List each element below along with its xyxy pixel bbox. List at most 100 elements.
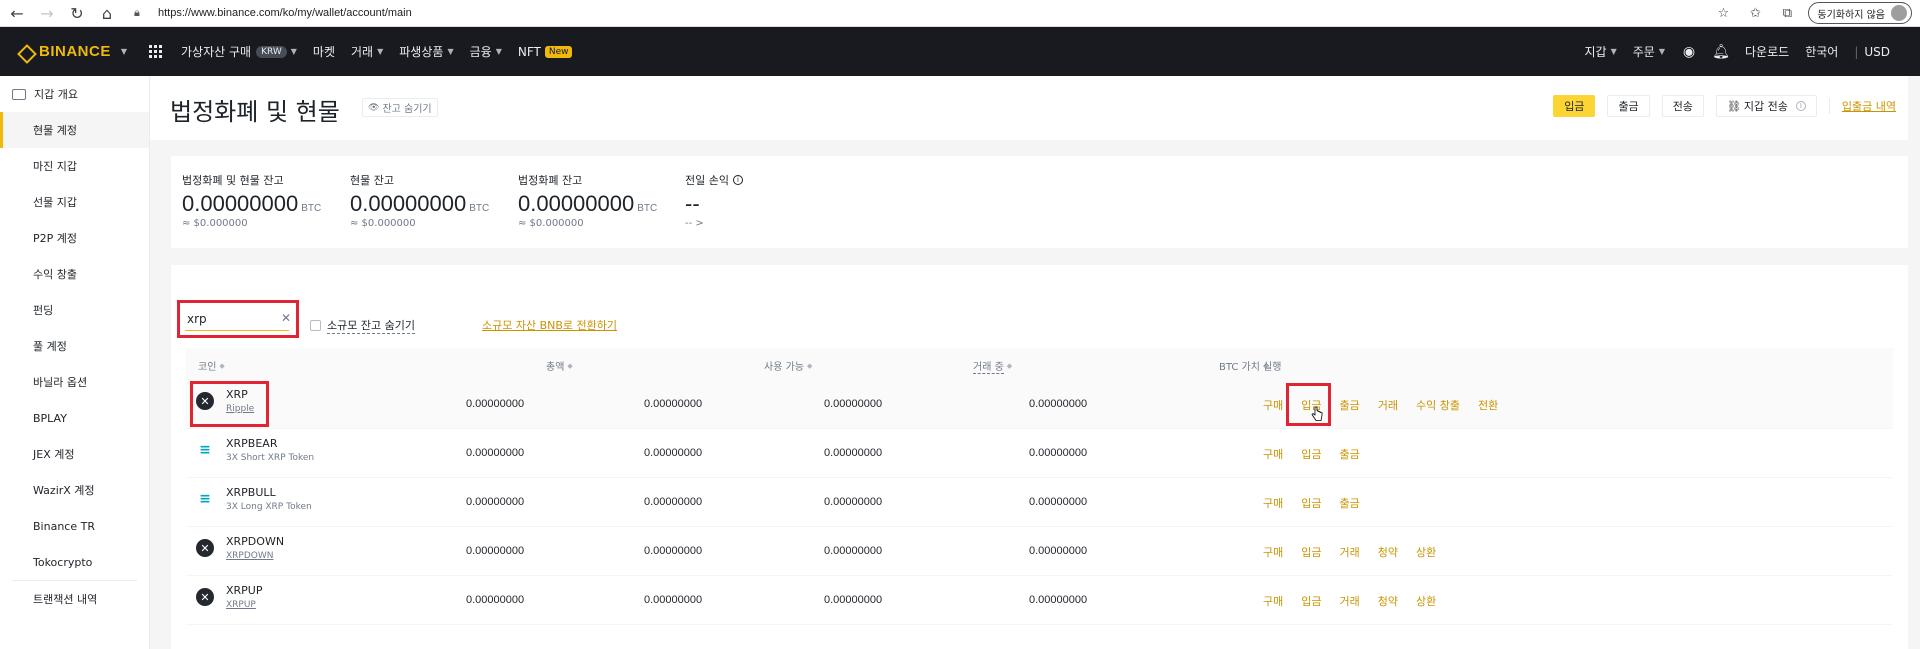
- transfer-button[interactable]: 전송: [1661, 95, 1704, 117]
- nav-item-0[interactable]: 가상자산 구매 KRW ▼: [181, 43, 297, 60]
- nav-item-1[interactable]: 마켓: [313, 43, 335, 60]
- profile-label: 동기화하지 않음: [1817, 9, 1885, 21]
- row-action-2[interactable]: 거래: [1340, 544, 1360, 560]
- nav-item-4[interactable]: 금융 ▼: [470, 43, 502, 60]
- header-in-order[interactable]: 거래 중 ◆: [973, 358, 1012, 374]
- sidebar-item-3[interactable]: 선물 지갑: [0, 184, 149, 220]
- wallet-transfer-button[interactable]: ⛓︎ 지갑 전송 i: [1715, 95, 1817, 117]
- row-action-3[interactable]: 거래: [1378, 397, 1398, 413]
- row-action-5[interactable]: 전환: [1478, 397, 1498, 413]
- row-action-0[interactable]: 구매: [1263, 544, 1283, 560]
- sidebar-item-2[interactable]: 마진 지갑: [0, 148, 149, 184]
- header-total[interactable]: 총액 ◆: [546, 358, 573, 374]
- profile-avatar: [1891, 5, 1907, 21]
- convert-small-to-bnb-link[interactable]: 소규모 자산 BNB로 전환하기: [482, 317, 617, 333]
- sidebar-item-12[interactable]: Binance TR: [0, 508, 149, 544]
- nav-item-5[interactable]: NFT New: [518, 45, 573, 59]
- row-action-1[interactable]: 입금: [1301, 446, 1321, 462]
- sidebar-item-13[interactable]: Tokocrypto: [0, 544, 149, 580]
- row-action-1[interactable]: 입금: [1301, 544, 1321, 560]
- row-action-2[interactable]: 출금: [1340, 397, 1360, 413]
- sidebar-item-6[interactable]: 펀딩: [0, 292, 149, 328]
- orders-menu[interactable]: 주문 ▼: [1633, 43, 1665, 60]
- address-bar[interactable]: 🔒︎ https://www.binance.com/ko/my/wallet/…: [134, 2, 1712, 24]
- row-action-0[interactable]: 구매: [1263, 593, 1283, 609]
- header-coin[interactable]: 코인 ◆: [198, 358, 225, 374]
- wallet-menu[interactable]: 지갑 ▼: [1585, 43, 1617, 60]
- chevron-down-icon: ▼: [447, 47, 454, 56]
- sidebar-item-7[interactable]: 풀 계정: [0, 328, 149, 364]
- row-action-4[interactable]: 수익 창출: [1416, 397, 1460, 413]
- nav-item-3[interactable]: 파생상품 ▼: [399, 43, 453, 60]
- pnl-details-link[interactable]: -- >: [685, 218, 743, 229]
- sidebar-item-4[interactable]: P2P 계정: [0, 220, 149, 256]
- coin-full-name[interactable]: XRPDOWN: [226, 551, 284, 561]
- close-icon[interactable]: ✕: [281, 311, 291, 325]
- row-action-4[interactable]: 상환: [1416, 544, 1436, 560]
- row-action-2[interactable]: 거래: [1340, 593, 1360, 609]
- sidebar-item-5[interactable]: 수익 창출: [0, 256, 149, 292]
- refresh-icon[interactable]: ↻: [64, 2, 90, 24]
- hide-small-checkbox[interactable]: [310, 320, 321, 331]
- language-selector[interactable]: 한국어: [1805, 43, 1838, 60]
- row-action-2[interactable]: 출금: [1340, 446, 1360, 462]
- coin-names: XRPBEAR 3X Short XRP Token: [226, 437, 314, 463]
- site-header: BINANCE ▼ 가상자산 구매 KRW ▼ 마켓 거래 ▼ 파생상품 ▼ 금융 ▼ NFT New…: [0, 27, 1920, 76]
- chevron-down-icon: ▼: [290, 47, 297, 56]
- hide-small-balances[interactable]: 소규모 잔고 숨기기: [310, 317, 415, 334]
- sidebar-item-10[interactable]: JEX 계정: [0, 436, 149, 472]
- sidebar-item-label: Binance TR: [33, 519, 95, 533]
- url-text[interactable]: https://www.binance.com/ko/my/wallet/acc…: [158, 7, 412, 19]
- row-action-1[interactable]: 입금: [1301, 593, 1321, 609]
- row-action-3[interactable]: 청약: [1378, 544, 1398, 560]
- back-icon[interactable]: ←: [4, 2, 30, 24]
- table-row: ✕ XRP Ripple 0.00000000 0.00000000 0.00000000…: [186, 380, 1893, 429]
- chevron-down-icon: ▼: [1610, 47, 1617, 56]
- profile-button[interactable]: 동기화하지 않음: [1808, 2, 1912, 24]
- row-action-0[interactable]: 구매: [1263, 495, 1283, 511]
- row-action-4[interactable]: 상환: [1416, 593, 1436, 609]
- hide-balance-toggle[interactable]: 👁︎ 잔고 숨기기: [362, 98, 438, 117]
- history-link[interactable]: 입출금 내역: [1842, 98, 1896, 114]
- row-actions: 구매 입금 출금: [1263, 446, 1378, 462]
- coin-search-input[interactable]: [185, 308, 289, 331]
- row-action-0[interactable]: 구매: [1263, 397, 1283, 413]
- binance-logo[interactable]: BINANCE ▼: [17, 43, 127, 60]
- home-icon[interactable]: ⌂: [94, 2, 120, 24]
- info-icon[interactable]: i: [1795, 101, 1806, 111]
- coin-cell: ≡ XRPBULL 3X Long XRP Token: [196, 486, 312, 512]
- row-action-2[interactable]: 출금: [1340, 495, 1360, 511]
- row-action-1[interactable]: 입금: [1301, 495, 1321, 511]
- apps-grid-icon[interactable]: [149, 44, 163, 59]
- table-row: ✕ XRPDOWN XRPDOWN 0.00000000 0.00000000 0.000…: [186, 527, 1893, 576]
- sidebar-item-8[interactable]: 바닐라 옵션: [0, 364, 149, 400]
- header-available[interactable]: 사용 가능 ◆: [764, 358, 812, 374]
- favorites-bar-icon[interactable]: ✩: [1744, 2, 1766, 24]
- eye-off-icon: 👁︎: [368, 102, 380, 113]
- row-action-0[interactable]: 구매: [1263, 446, 1283, 462]
- row-action-3[interactable]: 청약: [1378, 593, 1398, 609]
- withdraw-button[interactable]: 출금: [1607, 95, 1650, 117]
- currency-selector[interactable]: USD: [1864, 45, 1890, 59]
- wallet-menu-label: 지갑: [1584, 45, 1607, 59]
- sidebar-item-1[interactable]: 현물 계정: [0, 112, 149, 148]
- forward-icon[interactable]: →: [34, 2, 60, 24]
- binance-logo-icon: [17, 44, 33, 60]
- sort-icon: ◆: [1006, 362, 1013, 370]
- nav-item-2[interactable]: 거래 ▼: [351, 43, 383, 60]
- info-icon[interactable]: i: [732, 175, 743, 185]
- cell-available: 0.00000000: [644, 447, 703, 459]
- sidebar-item-9[interactable]: BPLAY: [0, 400, 149, 436]
- sidebar-item-11[interactable]: WazirX 계정: [0, 472, 149, 508]
- coin-full-name[interactable]: XRPUP: [226, 600, 263, 610]
- asset-list-card: ✕ 소규모 잔고 숨기기 소규모 자산 BNB로 전환하기 코인◆ 총액◆ 사용…: [171, 265, 1908, 649]
- deposit-button[interactable]: 입금: [1553, 95, 1596, 117]
- collections-icon[interactable]: ⧉: [1776, 2, 1798, 24]
- header-btc-value[interactable]: BTC 가치 ◆: [1219, 358, 1268, 374]
- favorite-icon[interactable]: ☆: [1712, 2, 1734, 24]
- sidebar-item-0[interactable]: 지갑 개요: [0, 76, 149, 112]
- user-icon[interactable]: ◉: [1681, 44, 1697, 60]
- sidebar-item-14[interactable]: 트랜잭션 내역: [0, 581, 149, 617]
- download-link[interactable]: 다운로드: [1745, 43, 1789, 60]
- bell-icon[interactable]: 🔔︎: [1712, 44, 1730, 60]
